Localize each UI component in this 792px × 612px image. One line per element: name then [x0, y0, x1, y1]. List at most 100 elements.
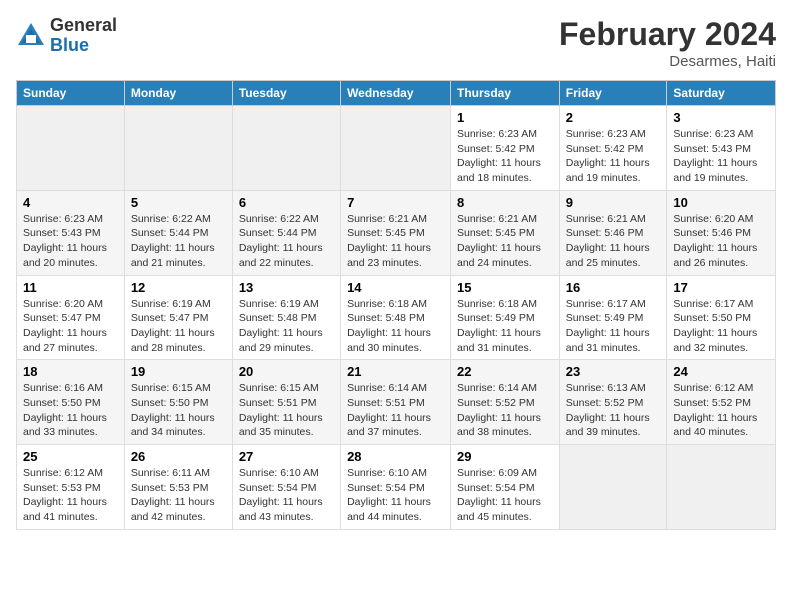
day-number: 11 — [23, 280, 118, 295]
calendar-cell: 23 Sunrise: 6:13 AMSunset: 5:52 PMDayligh… — [559, 360, 667, 445]
calendar-cell: 16 Sunrise: 6:17 AMSunset: 5:49 PMDayligh… — [559, 275, 667, 360]
day-number: 14 — [347, 280, 444, 295]
calendar-table: SundayMondayTuesdayWednesdayThursdayFrid… — [16, 80, 776, 530]
logo-general: General — [50, 16, 117, 36]
day-number: 27 — [239, 449, 334, 464]
calendar-cell: 19 Sunrise: 6:15 AMSunset: 5:50 PMDayligh… — [124, 360, 232, 445]
header-sunday: Sunday — [17, 81, 125, 106]
day-number: 24 — [673, 364, 769, 379]
day-info: Sunrise: 6:21 AMSunset: 5:46 PMDaylight:… — [566, 212, 661, 271]
day-info: Sunrise: 6:18 AMSunset: 5:49 PMDaylight:… — [457, 297, 553, 356]
day-info: Sunrise: 6:18 AMSunset: 5:48 PMDaylight:… — [347, 297, 444, 356]
calendar-cell: 3Sunrise: 6:23 AMSunset: 5:43 PMDaylight… — [667, 106, 776, 191]
calendar-header-row: SundayMondayTuesdayWednesdayThursdayFrid… — [17, 81, 776, 106]
day-number: 28 — [347, 449, 444, 464]
calendar-week-row: 25 Sunrise: 6:12 AMSunset: 5:53 PMDayligh… — [17, 445, 776, 530]
header-tuesday: Tuesday — [232, 81, 340, 106]
calendar-week-row: 1 Sunrise: 6:23 AMSunset: 5:42 PMDaylight… — [17, 106, 776, 191]
day-info: Sunrise: 6:11 AMSunset: 5:53 PMDaylight:… — [131, 466, 226, 525]
day-number: 5 — [131, 195, 226, 210]
day-info: Sunrise: 6:20 AMSunset: 5:46 PMDaylight:… — [673, 212, 769, 271]
day-number: 3 — [673, 110, 769, 125]
day-number: 12 — [131, 280, 226, 295]
calendar-week-row: 11 Sunrise: 6:20 AMSunset: 5:47 PMDayligh… — [17, 275, 776, 360]
logo-icon — [16, 21, 46, 51]
calendar-cell: 24Sunrise: 6:12 AMSunset: 5:52 PMDayligh… — [667, 360, 776, 445]
calendar-cell — [341, 106, 451, 191]
calendar-cell: 17Sunrise: 6:17 AMSunset: 5:50 PMDayligh… — [667, 275, 776, 360]
day-info: Sunrise: 6:14 AMSunset: 5:51 PMDaylight:… — [347, 381, 444, 440]
day-info: Sunrise: 6:10 AMSunset: 5:54 PMDaylight:… — [239, 466, 334, 525]
day-number: 21 — [347, 364, 444, 379]
calendar-cell: 1 Sunrise: 6:23 AMSunset: 5:42 PMDaylight… — [451, 106, 560, 191]
location-subtitle: Desarmes, Haiti — [559, 53, 776, 70]
day-number: 7 — [347, 195, 444, 210]
calendar-cell: 2 Sunrise: 6:23 AMSunset: 5:42 PMDaylight… — [559, 106, 667, 191]
calendar-cell — [232, 106, 340, 191]
day-info: Sunrise: 6:17 AMSunset: 5:49 PMDaylight:… — [566, 297, 661, 356]
calendar-cell: 14 Sunrise: 6:18 AMSunset: 5:48 PMDayligh… — [341, 275, 451, 360]
day-number: 4 — [23, 195, 118, 210]
day-info: Sunrise: 6:20 AMSunset: 5:47 PMDaylight:… — [23, 297, 118, 356]
calendar-cell — [124, 106, 232, 191]
day-number: 6 — [239, 195, 334, 210]
header-saturday: Saturday — [667, 81, 776, 106]
calendar-cell: 18Sunrise: 6:16 AMSunset: 5:50 PMDayligh… — [17, 360, 125, 445]
calendar-cell: 6 Sunrise: 6:22 AMSunset: 5:44 PMDaylight… — [232, 190, 340, 275]
day-info: Sunrise: 6:23 AMSunset: 5:43 PMDaylight:… — [23, 212, 118, 271]
logo-blue: Blue — [50, 36, 117, 56]
title-block: February 2024 Desarmes, Haiti — [559, 16, 776, 70]
day-number: 22 — [457, 364, 553, 379]
day-number: 25 — [23, 449, 118, 464]
header-wednesday: Wednesday — [341, 81, 451, 106]
day-number: 19 — [131, 364, 226, 379]
calendar-cell: 7 Sunrise: 6:21 AMSunset: 5:45 PMDaylight… — [341, 190, 451, 275]
header-thursday: Thursday — [451, 81, 560, 106]
calendar-cell — [17, 106, 125, 191]
day-info: Sunrise: 6:15 AMSunset: 5:51 PMDaylight:… — [239, 381, 334, 440]
day-number: 10 — [673, 195, 769, 210]
calendar-cell: 9 Sunrise: 6:21 AMSunset: 5:46 PMDaylight… — [559, 190, 667, 275]
day-info: Sunrise: 6:10 AMSunset: 5:54 PMDaylight:… — [347, 466, 444, 525]
day-info: Sunrise: 6:23 AMSunset: 5:42 PMDaylight:… — [566, 127, 661, 186]
day-info: Sunrise: 6:09 AMSunset: 5:54 PMDaylight:… — [457, 466, 553, 525]
calendar-cell: 25 Sunrise: 6:12 AMSunset: 5:53 PMDayligh… — [17, 445, 125, 530]
calendar-cell: 13Sunrise: 6:19 AMSunset: 5:48 PMDayligh… — [232, 275, 340, 360]
calendar-cell: 21 Sunrise: 6:14 AMSunset: 5:51 PMDayligh… — [341, 360, 451, 445]
calendar-cell: 26 Sunrise: 6:11 AMSunset: 5:53 PMDayligh… — [124, 445, 232, 530]
day-info: Sunrise: 6:16 AMSunset: 5:50 PMDaylight:… — [23, 381, 118, 440]
header-monday: Monday — [124, 81, 232, 106]
calendar-week-row: 18Sunrise: 6:16 AMSunset: 5:50 PMDayligh… — [17, 360, 776, 445]
day-number: 17 — [673, 280, 769, 295]
day-number: 8 — [457, 195, 553, 210]
day-number: 15 — [457, 280, 553, 295]
calendar-cell: 11 Sunrise: 6:20 AMSunset: 5:47 PMDayligh… — [17, 275, 125, 360]
calendar-cell: 12 Sunrise: 6:19 AMSunset: 5:47 PMDayligh… — [124, 275, 232, 360]
day-number: 9 — [566, 195, 661, 210]
logo: General Blue — [16, 16, 117, 56]
day-number: 2 — [566, 110, 661, 125]
day-info: Sunrise: 6:13 AMSunset: 5:52 PMDaylight:… — [566, 381, 661, 440]
day-info: Sunrise: 6:15 AMSunset: 5:50 PMDaylight:… — [131, 381, 226, 440]
day-info: Sunrise: 6:22 AMSunset: 5:44 PMDaylight:… — [239, 212, 334, 271]
day-info: Sunrise: 6:12 AMSunset: 5:53 PMDaylight:… — [23, 466, 118, 525]
day-info: Sunrise: 6:23 AMSunset: 5:42 PMDaylight:… — [457, 127, 553, 186]
day-number: 16 — [566, 280, 661, 295]
calendar-cell — [667, 445, 776, 530]
calendar-week-row: 4 Sunrise: 6:23 AMSunset: 5:43 PMDaylight… — [17, 190, 776, 275]
logo-text: General Blue — [50, 16, 117, 56]
calendar-cell: 4 Sunrise: 6:23 AMSunset: 5:43 PMDaylight… — [17, 190, 125, 275]
day-info: Sunrise: 6:19 AMSunset: 5:47 PMDaylight:… — [131, 297, 226, 356]
day-number: 23 — [566, 364, 661, 379]
day-number: 1 — [457, 110, 553, 125]
calendar-cell: 5 Sunrise: 6:22 AMSunset: 5:44 PMDaylight… — [124, 190, 232, 275]
day-info: Sunrise: 6:22 AMSunset: 5:44 PMDaylight:… — [131, 212, 226, 271]
calendar-cell: 8Sunrise: 6:21 AMSunset: 5:45 PMDaylight… — [451, 190, 560, 275]
calendar-cell: 22 Sunrise: 6:14 AMSunset: 5:52 PMDayligh… — [451, 360, 560, 445]
day-info: Sunrise: 6:21 AMSunset: 5:45 PMDaylight:… — [347, 212, 444, 271]
day-number: 26 — [131, 449, 226, 464]
calendar-cell — [559, 445, 667, 530]
day-info: Sunrise: 6:14 AMSunset: 5:52 PMDaylight:… — [457, 381, 553, 440]
page-header: General Blue February 2024 Desarmes, Hai… — [16, 16, 776, 70]
main-title: February 2024 — [559, 16, 776, 53]
